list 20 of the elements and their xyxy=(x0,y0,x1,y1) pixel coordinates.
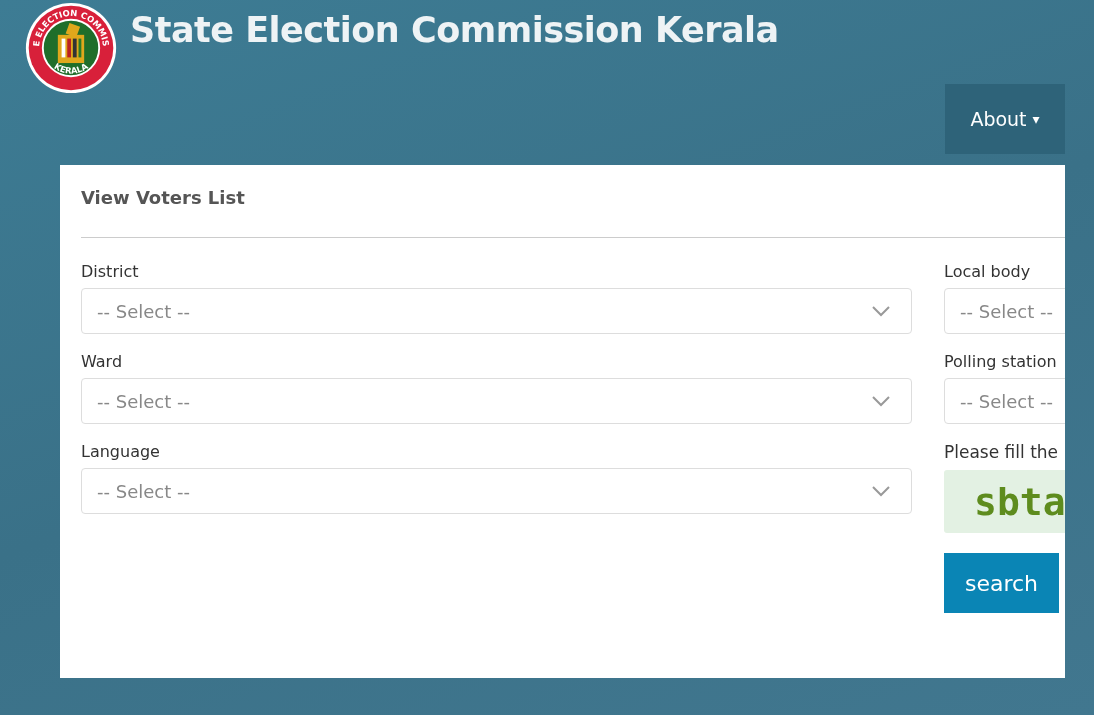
chevron-icon xyxy=(871,485,891,497)
field-label: Polling station xyxy=(944,352,1058,370)
caret-icon: ▾ xyxy=(1032,111,1040,127)
field-label: Local body xyxy=(944,262,1032,280)
site-title: State Election Commission Kerala xyxy=(130,10,779,50)
captcha-label: Please fill the xyxy=(944,442,1060,462)
chevron-icon xyxy=(871,305,891,317)
chevron-icon xyxy=(871,395,891,407)
select-field[interactable]: -- Select -- xyxy=(944,288,1065,334)
captcha-image: sbta xyxy=(944,470,1065,533)
about-menu[interactable]: About ▾ xyxy=(945,84,1065,154)
card-title: View Voters List xyxy=(81,186,246,210)
field-label: District xyxy=(81,262,140,280)
select-field[interactable]: -- Select -- xyxy=(81,378,912,424)
select-field[interactable]: -- Select -- xyxy=(81,288,912,334)
select-field[interactable]: -- Select -- xyxy=(944,378,1065,424)
field-label: Language xyxy=(81,442,161,460)
search-button[interactable]: search xyxy=(944,553,1059,613)
field-label: Ward xyxy=(81,352,124,370)
select-field[interactable]: -- Select -- xyxy=(81,468,912,514)
